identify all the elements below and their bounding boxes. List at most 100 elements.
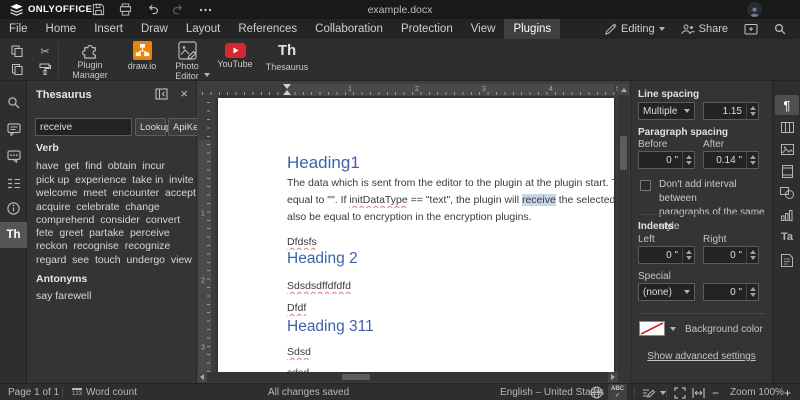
tab-file[interactable]: File — [0, 19, 37, 39]
vertical-scroll-thumb[interactable] — [620, 136, 627, 170]
synonym-line[interactable]: comprehend consider convert — [36, 214, 192, 228]
misspelled-word[interactable]: Dfdsfs — [287, 235, 614, 250]
spinner-arrows[interactable] — [746, 103, 758, 119]
set-language-button[interactable] — [590, 384, 603, 400]
print-button[interactable] — [112, 0, 138, 19]
synonym-line[interactable]: welcome meet encounter accept — [36, 187, 196, 201]
copy-button[interactable] — [8, 43, 26, 59]
scroll-up-button[interactable] — [618, 84, 629, 95]
antonym-line[interactable]: say farewell — [36, 290, 192, 304]
vertical-scrollbar[interactable] — [618, 84, 629, 372]
background-color-dropdown[interactable] — [666, 320, 679, 337]
document-heading-2[interactable]: Heading 2 — [287, 250, 358, 268]
navigation-button[interactable] — [0, 171, 27, 195]
misspelled-word[interactable]: Sdsd — [287, 345, 614, 360]
indent-right-spinner[interactable]: 0 " — [703, 246, 759, 264]
comments-button[interactable] — [0, 117, 27, 141]
close-panel-button[interactable]: × — [180, 87, 188, 100]
zoom-out-button[interactable]: − — [712, 384, 719, 400]
no-interval-checkbox[interactable] — [640, 180, 651, 191]
copy-style-button[interactable] — [36, 61, 54, 77]
redo-button[interactable] — [164, 0, 190, 19]
about-button[interactable] — [0, 196, 27, 220]
tab-draw[interactable]: Draw — [132, 19, 177, 39]
search-button[interactable] — [768, 19, 792, 39]
synonym-line[interactable]: fete greet partake perceive — [36, 227, 192, 241]
tab-view[interactable]: View — [462, 19, 505, 39]
plugin-manager-button[interactable]: Plugin Manager — [64, 41, 116, 80]
tab-protection[interactable]: Protection — [392, 19, 462, 39]
spinner-arrows[interactable] — [746, 284, 758, 300]
document-page[interactable]: Heading1 The data which is sent from the… — [218, 98, 614, 372]
synonym-line[interactable]: reckon recognise recognize — [36, 240, 192, 254]
line-spacing-value-spinner[interactable]: 1.15 — [703, 102, 759, 120]
table-settings-button[interactable] — [775, 117, 799, 137]
dock-panel-button[interactable] — [155, 88, 168, 100]
thesaurus-search-input[interactable] — [35, 118, 132, 136]
indent-left-spinner[interactable]: 0 " — [638, 246, 695, 264]
paste-button[interactable] — [8, 61, 26, 77]
youtube-button[interactable]: YouTube — [212, 41, 258, 70]
tab-plugins[interactable]: Plugins — [504, 19, 561, 39]
save-button[interactable] — [85, 0, 111, 19]
vertical-ruler[interactable]: 1 2 3 — [199, 96, 211, 372]
open-file-location-button[interactable] — [738, 19, 764, 39]
horizontal-scrollbar[interactable] — [197, 372, 630, 382]
background-color-swatch[interactable] — [639, 321, 665, 336]
chart-settings-button[interactable] — [775, 205, 799, 225]
user-avatar[interactable] — [747, 2, 762, 17]
spacing-before-spinner[interactable]: 0 " — [638, 151, 695, 169]
lookup-button[interactable]: Lookup — [135, 118, 171, 136]
editing-mode-button[interactable]: Editing — [599, 19, 671, 39]
page-number-indicator[interactable]: Page 1 of 1 — [8, 384, 59, 400]
misspelled-word[interactable]: Sdsdsdffdfdfd — [287, 279, 614, 294]
fit-to-page-button[interactable] — [674, 384, 686, 400]
first-line-indent-marker[interactable] — [283, 84, 291, 89]
shape-settings-button[interactable] — [775, 183, 799, 203]
spacing-after-spinner[interactable]: 0.14 " — [703, 151, 759, 169]
tab-references[interactable]: References — [229, 19, 306, 39]
track-changes-button[interactable] — [642, 384, 666, 400]
misspelled-word[interactable]: Dfdf — [287, 301, 614, 316]
word-count-button[interactable]: 123 Word count — [72, 384, 137, 400]
spinner-arrows[interactable] — [746, 247, 758, 263]
paragraph-line[interactable]: also be equal to encryption in the encry… — [287, 210, 614, 225]
fit-to-width-button[interactable] — [692, 384, 705, 400]
advanced-settings-link[interactable]: Show advanced settings — [631, 351, 772, 362]
zoom-level-indicator[interactable]: Zoom 100% — [730, 384, 784, 400]
tab-layout[interactable]: Layout — [177, 19, 230, 39]
tab-insert[interactable]: Insert — [85, 19, 132, 39]
synonym-line[interactable]: acquire celebrate change — [36, 201, 192, 215]
scroll-left-button[interactable] — [197, 372, 207, 382]
photo-editor-button[interactable]: Photo Editor — [166, 41, 210, 80]
special-indent-dropdown[interactable]: (none) — [638, 283, 695, 301]
paragraph-line[interactable]: equal to "". If initDataType == "text", … — [287, 193, 614, 208]
share-button[interactable]: Share — [675, 19, 734, 39]
thesaurus-panel-button[interactable]: Th — [0, 222, 27, 248]
thesaurus-button[interactable]: Th Thesaurus — [262, 41, 312, 73]
mail-merge-settings-button[interactable] — [775, 250, 799, 270]
spinner-arrows[interactable] — [682, 152, 694, 168]
document-heading-3[interactable]: Heading 311 — [287, 318, 374, 336]
spinner-arrows[interactable] — [746, 152, 758, 168]
left-indent-marker[interactable] — [283, 90, 291, 95]
zoom-in-button[interactable]: + — [784, 384, 791, 400]
header-footer-settings-button[interactable] — [775, 161, 799, 181]
textart-settings-button[interactable]: Ta — [775, 227, 799, 247]
tab-collaboration[interactable]: Collaboration — [306, 19, 392, 39]
document-heading-1[interactable]: Heading1 — [287, 153, 360, 173]
undo-button[interactable] — [140, 0, 166, 19]
tab-home[interactable]: Home — [37, 19, 86, 39]
paragraph-settings-button[interactable]: ¶ — [775, 95, 799, 115]
spell-check-button[interactable]: ABC ✓ — [608, 384, 627, 400]
spinner-arrows[interactable] — [682, 247, 694, 263]
paragraph-line[interactable]: The data which is sent from the editor t… — [287, 176, 614, 191]
horizontal-scroll-thumb[interactable] — [342, 374, 370, 380]
cut-button[interactable]: ✂ — [36, 43, 54, 59]
image-settings-button[interactable] — [775, 139, 799, 159]
line-spacing-type-dropdown[interactable]: Multiple — [638, 102, 695, 120]
drawio-button[interactable]: draw.io — [122, 41, 162, 72]
scroll-right-button[interactable] — [608, 372, 618, 382]
synonym-line[interactable]: have get find obtain incur — [36, 160, 192, 174]
find-button[interactable] — [0, 90, 27, 114]
